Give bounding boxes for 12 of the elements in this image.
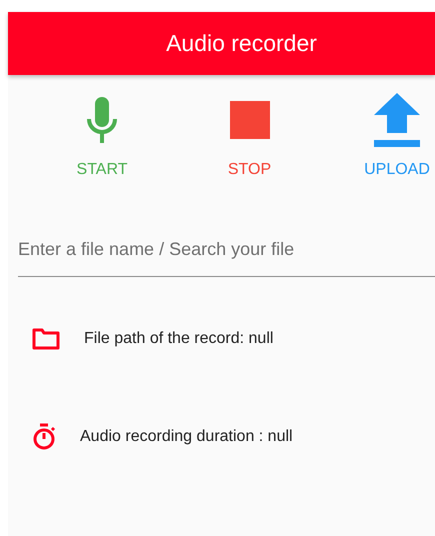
folder-icon xyxy=(32,328,60,350)
file-name-field[interactable]: Enter a file name / Search your file xyxy=(18,227,435,277)
info-text: File path of the record: null xyxy=(84,330,274,348)
stop-button[interactable]: STOP xyxy=(212,89,288,179)
upload-button[interactable]: UPLOAD xyxy=(359,89,435,179)
stop-icon xyxy=(230,101,270,139)
app-title: Audio recorder xyxy=(165,30,317,57)
stopwatch-icon xyxy=(32,423,56,451)
info-text: Audio recording duration : null xyxy=(80,428,293,446)
upload-icon xyxy=(374,93,420,147)
mic-button[interactable]: START xyxy=(64,89,140,179)
microphone-icon xyxy=(85,97,119,143)
